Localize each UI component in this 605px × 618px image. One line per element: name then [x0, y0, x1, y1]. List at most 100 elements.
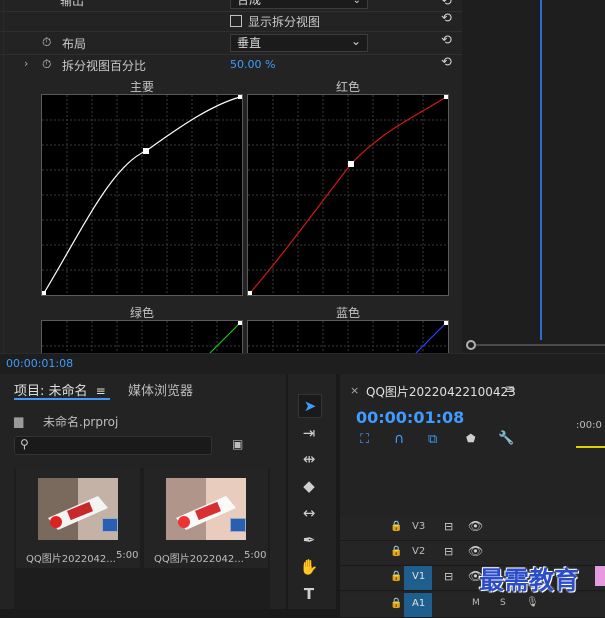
green-curve-graph[interactable]	[41, 320, 243, 353]
curve-endpoint[interactable]	[238, 321, 242, 325]
layout-value: 垂直	[237, 36, 262, 50]
curve-endpoint[interactable]	[248, 291, 252, 295]
track-label: A1	[412, 598, 426, 609]
snap-icon[interactable]: ∩	[394, 431, 404, 447]
close-icon[interactable]: ×	[350, 384, 359, 397]
output-label: 输出	[60, 0, 85, 8]
work-area-bar[interactable]	[576, 446, 605, 448]
reset-icon[interactable]: ⟲	[441, 33, 452, 48]
blue-curve-graph[interactable]	[247, 320, 449, 353]
layout-dropdown[interactable]: 垂直 ⌄	[230, 34, 368, 52]
project-items-grid: QQ图片2022042... 5:00 QQ图片2022042... 5:00	[14, 468, 270, 609]
lock-icon[interactable]: 🔒	[390, 598, 402, 609]
curve-title-blue: 蓝色	[335, 306, 360, 320]
folder-icon: ▆	[14, 414, 24, 428]
item-duration: 5:00	[244, 550, 267, 561]
curve-title-master: 主要	[129, 80, 154, 94]
ripple-edit-tool-icon[interactable]: ⇹	[298, 448, 320, 470]
reset-icon[interactable]: ⟲	[441, 0, 452, 9]
output-dropdown[interactable]: 合成 ⌄	[230, 0, 368, 9]
sequence-badge-icon	[230, 518, 246, 532]
new-bin-icon[interactable]: ▣	[232, 437, 243, 451]
project-item[interactable]: QQ图片2022042... 5:00	[16, 468, 140, 568]
menu-icon[interactable]: ≡	[505, 382, 515, 396]
watermark-logo: 最需教育	[479, 566, 580, 595]
divider	[3, 0, 4, 353]
project-panel: 项目: 未命名 ≡ 媒体浏览器 ▆ 未命名.prproj ⚲ ▣ QQ图片202…	[0, 374, 286, 609]
chevron-down-icon: ⌄	[352, 0, 361, 6]
hand-tool-icon[interactable]: ✋	[298, 556, 320, 578]
reset-icon[interactable]: ⟲	[441, 11, 452, 26]
curve-title-red: 红色	[335, 80, 360, 94]
solo-button[interactable]: S	[500, 598, 506, 608]
divider	[0, 54, 462, 55]
zoom-scrollbar[interactable]	[476, 344, 605, 346]
timeline-ruler[interactable]: :00:0	[576, 420, 605, 450]
sync-lock-icon[interactable]: ⊟	[444, 520, 453, 533]
project-item[interactable]: QQ图片2022042... 5:00	[144, 468, 268, 568]
curve-endpoint[interactable]	[42, 291, 46, 295]
item-duration: 5:00	[116, 550, 139, 561]
tab-project-label: 项目: 未命名	[14, 384, 88, 399]
wrench-icon[interactable]: 🔧	[498, 431, 514, 446]
divider	[0, 31, 462, 32]
nest-toggle-icon[interactable]: ⛶	[360, 432, 369, 447]
zoom-handle[interactable]	[466, 340, 476, 350]
search-input[interactable]: ⚲	[14, 436, 212, 455]
selection-tool-icon[interactable]: ➤	[298, 394, 322, 418]
type-tool-icon[interactable]: T	[298, 583, 320, 605]
linked-selection-icon[interactable]: ⧉	[428, 432, 437, 447]
eye-icon[interactable]: 👁	[468, 519, 483, 533]
tab-media-browser[interactable]: 媒体浏览器	[128, 380, 193, 399]
effect-timecode[interactable]: 00:00:01:08	[6, 357, 73, 370]
lock-icon[interactable]: 🔒	[390, 546, 402, 557]
project-file-name: 未命名.prproj	[43, 415, 119, 429]
lock-icon[interactable]: 🔒	[390, 521, 402, 532]
stopwatch-icon[interactable]: ⏱	[42, 57, 51, 72]
add-marker-icon[interactable]: ⬟	[466, 432, 476, 445]
menu-icon[interactable]: ≡	[96, 384, 106, 398]
sync-lock-icon[interactable]: ⊟	[444, 570, 453, 583]
effect-controls-footer: 00:00:01:08	[0, 353, 605, 374]
playhead-line	[540, 0, 542, 340]
effect-controls-panel: 输出 合成 ⌄ ⟲ 显示拆分视图 ⟲ ⏱ 布局 垂直 ⌄ ⟲ › ⏱ 拆分视图百…	[0, 0, 462, 353]
tab-active-indicator	[14, 398, 110, 400]
lock-icon[interactable]: 🔒	[390, 571, 402, 582]
track-v3[interactable]: 🔒 V3 ⊟ 👁	[340, 516, 605, 541]
track-label: V2	[412, 546, 426, 557]
stopwatch-icon[interactable]: ⏱	[42, 35, 51, 50]
sync-lock-icon[interactable]: ⊟	[444, 545, 453, 558]
timeline-timecode[interactable]: 00:00:01:08	[356, 408, 464, 427]
curve-endpoint[interactable]	[444, 95, 448, 99]
chevron-down-icon: ⌄	[350, 34, 361, 48]
mute-button[interactable]: M	[472, 598, 480, 608]
search-icon: ⚲	[20, 437, 29, 451]
layout-label: 布局	[62, 37, 87, 51]
curve-endpoint[interactable]	[444, 321, 448, 325]
curve-title-green: 绿色	[129, 306, 154, 320]
chevron-right-icon[interactable]: ›	[24, 57, 28, 70]
curve-control-point[interactable]	[348, 161, 354, 167]
razor-tool-icon[interactable]: ◆	[298, 475, 320, 497]
split-percent-value[interactable]: 50.00 %	[230, 58, 275, 71]
item-name: QQ图片2022042...	[26, 554, 116, 565]
item-name: QQ图片2022042...	[154, 554, 244, 565]
curve-endpoint[interactable]	[238, 95, 242, 99]
pen-tool-icon[interactable]: ✒	[298, 529, 320, 551]
curve-control-point[interactable]	[143, 148, 149, 154]
slip-tool-icon[interactable]: ↔	[298, 502, 320, 524]
track-select-tool-icon[interactable]: ⇥	[298, 422, 320, 444]
tab-project[interactable]: 项目: 未命名 ≡	[14, 380, 106, 399]
timeline-tab-title[interactable]: QQ图片20220422100423	[366, 383, 516, 400]
divider	[0, 11, 462, 12]
output-value: 合成	[237, 0, 262, 7]
ruler-time: :00:0	[576, 420, 602, 431]
red-curve-graph[interactable]	[247, 94, 449, 296]
show-split-view-checkbox[interactable]	[230, 15, 242, 27]
master-curve-graph[interactable]	[41, 94, 243, 296]
eye-icon[interactable]: 👁	[468, 544, 483, 558]
track-label: V3	[412, 521, 426, 532]
effect-controls-timeline[interactable]	[462, 0, 605, 353]
show-split-view-label: 显示拆分视图	[248, 15, 321, 29]
reset-icon[interactable]: ⟲	[441, 55, 452, 70]
